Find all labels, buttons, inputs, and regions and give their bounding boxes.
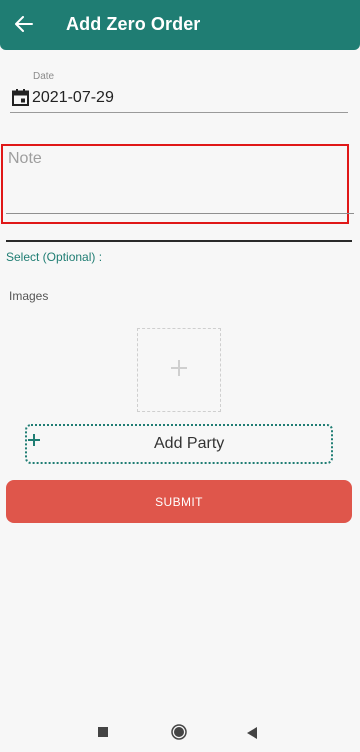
note-underline — [6, 213, 354, 214]
plus-icon — [169, 358, 189, 383]
app-bar: Add Zero Order — [0, 0, 360, 50]
note-field[interactable]: Note — [8, 150, 42, 168]
images-label: Images — [9, 289, 49, 303]
note-highlight-box — [1, 144, 349, 224]
date-underline — [10, 112, 348, 113]
triangle-back-icon[interactable] — [247, 726, 257, 739]
date-field[interactable]: 2021-07-29 — [32, 89, 114, 107]
arrow-left-icon[interactable] — [12, 12, 36, 36]
circle-icon[interactable] — [171, 724, 187, 740]
calendar-icon[interactable] — [12, 89, 29, 106]
select-optional-label[interactable]: Select (Optional) : — [6, 250, 102, 264]
submit-button[interactable]: SUBMIT — [6, 480, 352, 523]
add-image-button[interactable] — [137, 328, 221, 412]
page-title: Add Zero Order — [66, 14, 201, 34]
square-icon[interactable] — [98, 727, 108, 737]
add-party-label: Add Party — [154, 435, 225, 452]
section-divider — [6, 240, 352, 242]
date-label: Date — [33, 71, 55, 82]
plus-icon — [27, 433, 41, 447]
